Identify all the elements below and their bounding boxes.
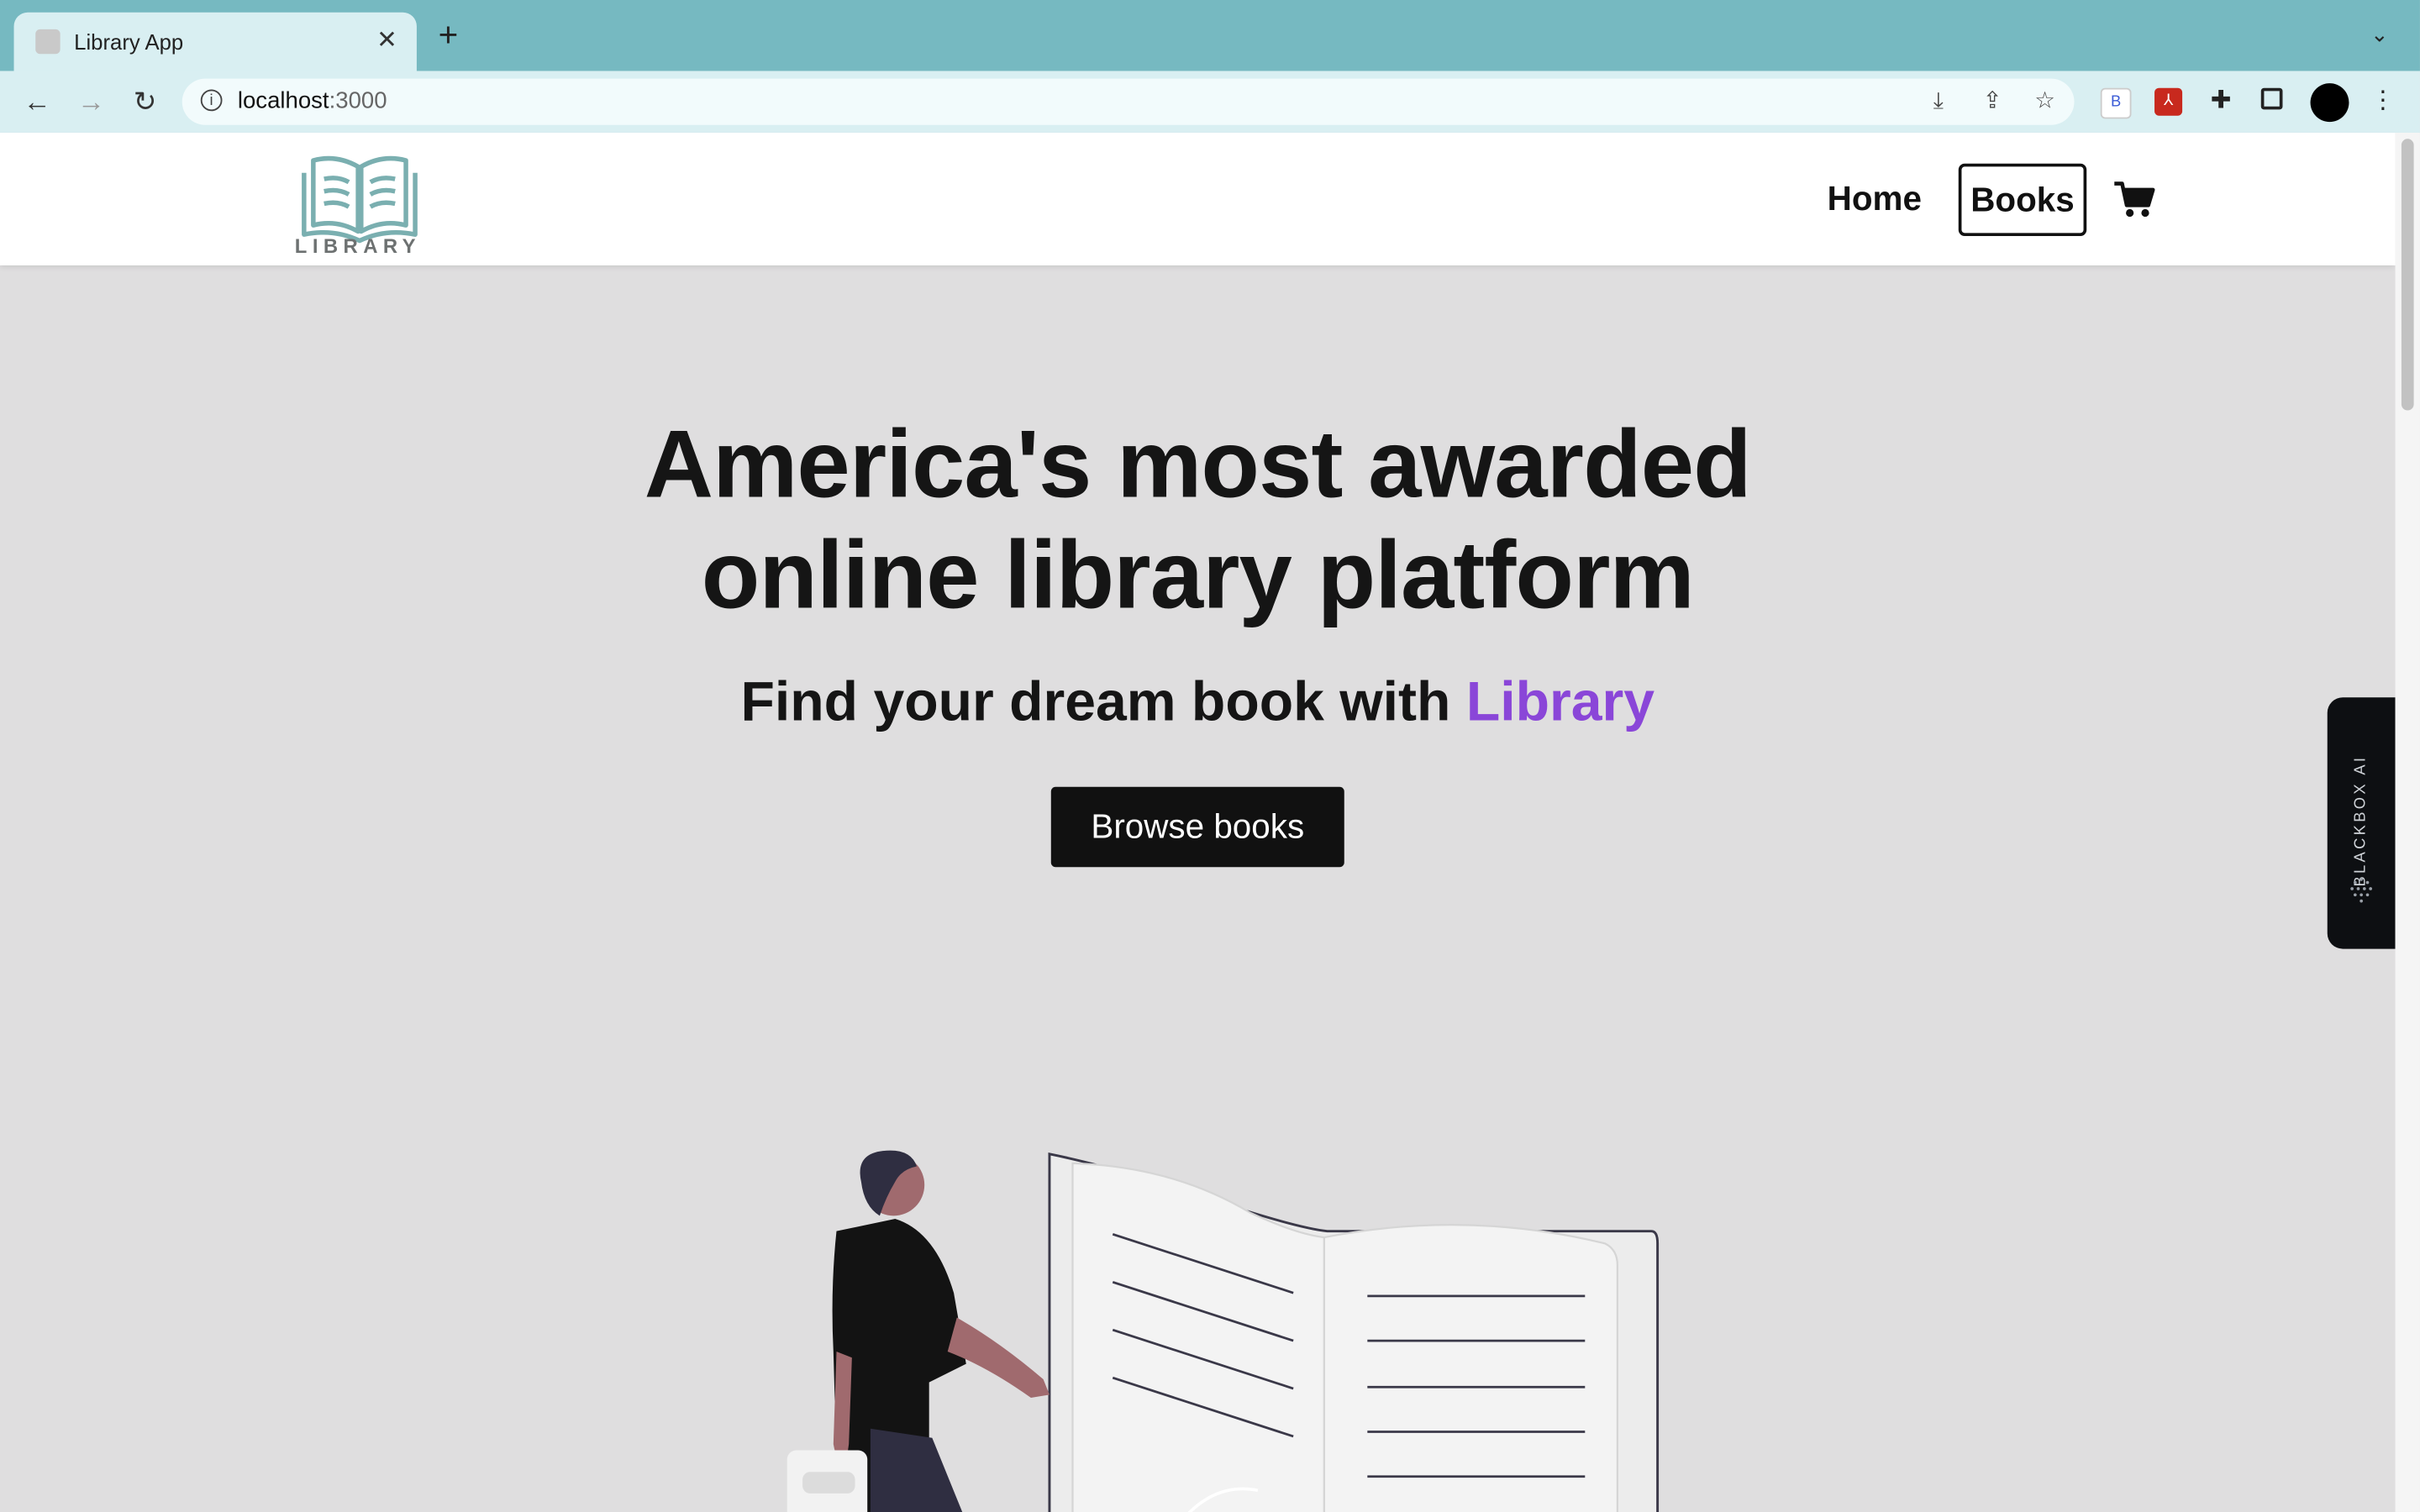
page-viewport: LIBRARY Home Books America's most awarde… bbox=[0, 132, 2396, 1512]
reload-icon[interactable]: ↻ bbox=[127, 83, 164, 120]
subline-accent: Library bbox=[1465, 669, 1655, 733]
blackbox-dots-icon bbox=[2350, 878, 2373, 903]
browser-tab[interactable]: Library App ✕ bbox=[13, 12, 417, 71]
headline-line-1: America's most awarded bbox=[644, 412, 1752, 519]
bookmark-star-icon[interactable]: ☆ bbox=[2031, 88, 2059, 116]
profile-avatar[interactable] bbox=[2310, 83, 2349, 123]
browse-books-button[interactable]: Browse books bbox=[1050, 786, 1344, 868]
tab-search-chevron-icon[interactable]: ⌄ bbox=[2370, 22, 2389, 48]
blackbox-label: BLACKBOX AI bbox=[2353, 754, 2370, 887]
new-tab-icon[interactable]: + bbox=[439, 18, 459, 51]
subline-prefix: Find your dream book with bbox=[740, 669, 1466, 733]
logo-text: LIBRARY bbox=[294, 234, 422, 258]
tab-title: Library App bbox=[74, 29, 184, 55]
share-icon[interactable]: ⇪ bbox=[1979, 88, 2007, 116]
browser-toolbar: ← → ↻ i localhost:3000 ⤓ ⇪ ☆ B ⅄ ✚ ⋮ bbox=[0, 71, 2420, 134]
headline-line-2: online library platform bbox=[701, 522, 1695, 630]
nav-books-link[interactable]: Books bbox=[1958, 163, 2087, 237]
page-scrollbar[interactable] bbox=[2395, 132, 2420, 1512]
pdf-extension-icon[interactable]: ⅄ bbox=[2154, 87, 2183, 116]
browser-menu-icon[interactable]: ⋮ bbox=[2369, 88, 2396, 116]
forward-icon[interactable]: → bbox=[72, 83, 109, 120]
install-app-icon[interactable]: ⤓ bbox=[1924, 88, 1952, 116]
tab-close-icon[interactable]: ✕ bbox=[376, 24, 397, 55]
site-info-icon[interactable]: i bbox=[200, 89, 223, 112]
cart-icon[interactable] bbox=[2112, 179, 2155, 219]
address-bar[interactable]: i localhost:3000 ⤓ ⇪ ☆ bbox=[182, 78, 2075, 125]
extension-b-icon[interactable]: B bbox=[2100, 87, 2132, 119]
reading-illustration bbox=[786, 1150, 1660, 1512]
browser-tab-bar: Library App ✕ + ⌄ bbox=[0, 0, 2420, 71]
hero-subline: Find your dream book with Library bbox=[0, 669, 2396, 734]
blackbox-ai-widget[interactable]: BLACKBOX AI bbox=[2327, 697, 2396, 949]
tab-favicon-icon bbox=[35, 29, 60, 55]
site-header: LIBRARY Home Books bbox=[0, 132, 2396, 265]
nav-home-link[interactable]: Home bbox=[1828, 179, 1922, 219]
extensions-puzzle-icon[interactable]: ✚ bbox=[2207, 88, 2234, 116]
scrollbar-thumb[interactable] bbox=[2401, 139, 2414, 411]
url-port: :3000 bbox=[329, 87, 387, 114]
url-host: localhost bbox=[237, 87, 329, 114]
back-icon[interactable]: ← bbox=[18, 83, 55, 120]
side-panel-icon[interactable] bbox=[2260, 87, 2283, 110]
hero-headline: America's most awarded online library pl… bbox=[0, 411, 2396, 633]
address-url: localhost:3000 bbox=[238, 88, 387, 114]
